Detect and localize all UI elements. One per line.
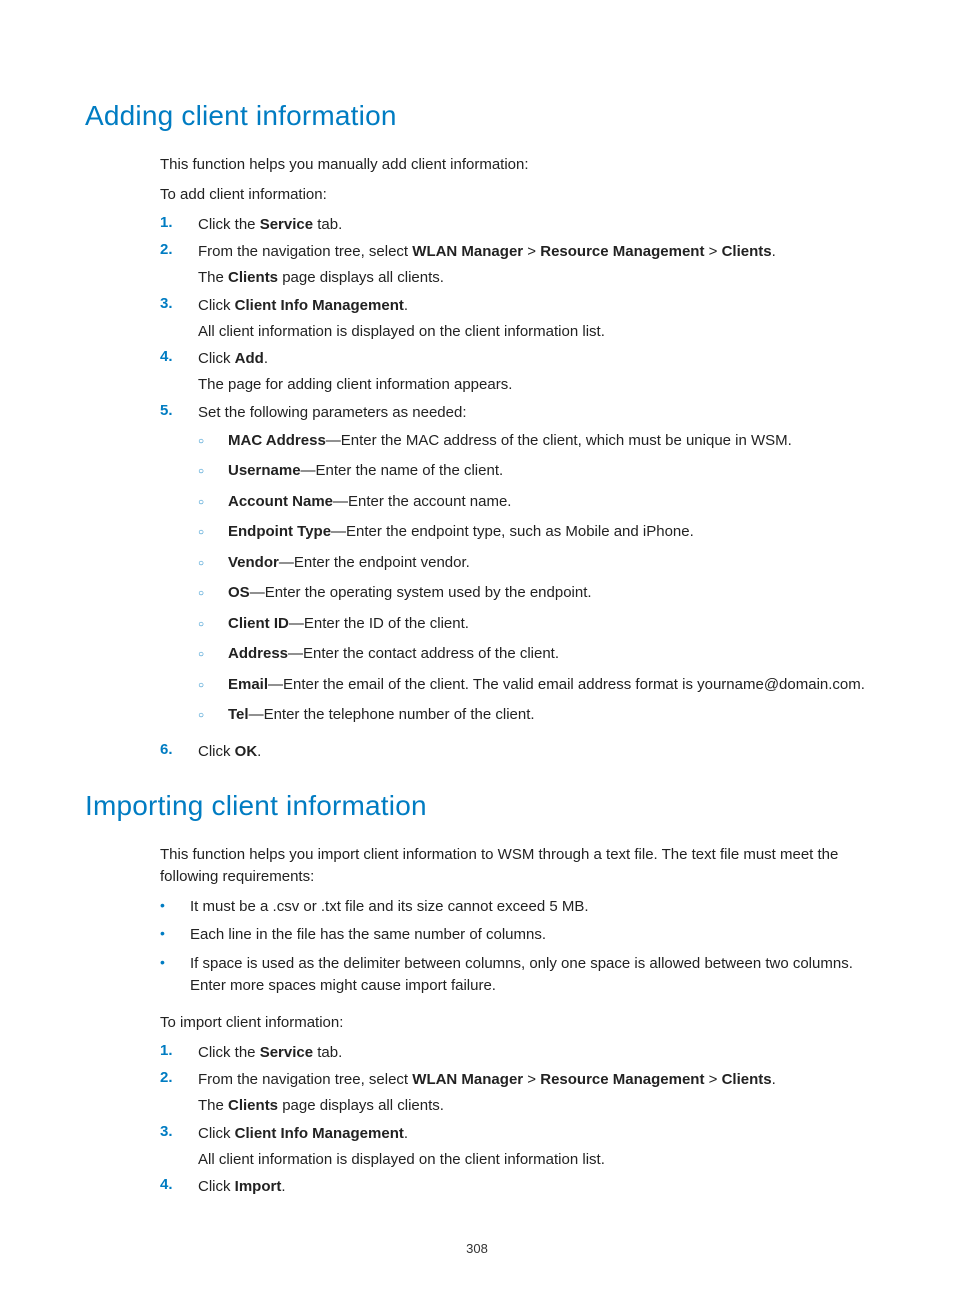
bullet-dot-icon: • [160, 896, 190, 919]
step-line: The Clients page displays all clients. [198, 267, 869, 289]
step-line: From the navigation tree, select WLAN Ma… [198, 241, 869, 263]
document-page: Adding client information This function … [0, 0, 954, 1296]
step-body: From the navigation tree, select WLAN Ma… [198, 241, 869, 289]
step-line: Click Client Info Management. [198, 295, 869, 317]
step-body: Click Client Info Management. All client … [198, 295, 869, 343]
step-line: Click Add. [198, 348, 869, 370]
step-body: From the navigation tree, select WLAN Ma… [198, 1069, 869, 1117]
step-body: Click OK. [198, 741, 869, 763]
step-body: Click Client Info Management. All client … [198, 1123, 869, 1171]
step-number: 5. [160, 402, 198, 735]
bullet-body: If space is used as the delimiter betwee… [190, 953, 869, 998]
bullet-item: •It must be a .csv or .txt file and its … [160, 896, 869, 919]
sub-body: Username—Enter the name of the client. [228, 460, 869, 483]
bullet-item: •Each line in the file has the same numb… [160, 924, 869, 947]
sub-item: ○Vendor—Enter the endpoint vendor. [198, 552, 869, 575]
step-line: All client information is displayed on t… [198, 321, 869, 343]
sub-item: ○Tel—Enter the telephone number of the c… [198, 704, 869, 727]
circle-bullet-icon: ○ [198, 613, 228, 636]
ordered-steps-a: 1.Click the Service tab.2.From the navig… [160, 214, 869, 763]
step-number: 1. [160, 214, 198, 236]
step-body: Click Import. [198, 1176, 869, 1198]
step-line: The Clients page displays all clients. [198, 1095, 869, 1117]
bullet-item: •If space is used as the delimiter betwe… [160, 953, 869, 998]
step-line: Set the following parameters as needed: [198, 402, 869, 424]
step-body: Click the Service tab. [198, 1042, 869, 1064]
sub-item: ○Endpoint Type—Enter the endpoint type, … [198, 521, 869, 544]
step-item: 3.Click Client Info Management. All clien… [160, 295, 869, 343]
circle-bullet-icon: ○ [198, 674, 228, 697]
step-line: Click Client Info Management. [198, 1123, 869, 1145]
sub-body: MAC Address—Enter the MAC address of the… [228, 430, 869, 453]
step-line: All client information is displayed on t… [198, 1149, 869, 1171]
sub-body: Email—Enter the email of the client. The… [228, 674, 869, 697]
sub-body: Endpoint Type—Enter the endpoint type, s… [228, 521, 869, 544]
section-body-b: This function helps you import client in… [160, 844, 869, 1198]
paragraph: This function helps you manually add cli… [160, 154, 869, 176]
paragraph: This function helps you import client in… [160, 844, 869, 888]
step-line: Click OK. [198, 741, 869, 763]
step-number: 4. [160, 1176, 198, 1198]
step-line: Click the Service tab. [198, 214, 869, 236]
circle-bullet-icon: ○ [198, 521, 228, 544]
bullet-body: It must be a .csv or .txt file and its s… [190, 896, 869, 919]
step-number: 3. [160, 295, 198, 343]
bullet-dot-icon: • [160, 953, 190, 998]
circle-bullet-icon: ○ [198, 552, 228, 575]
sub-body: Client ID—Enter the ID of the client. [228, 613, 869, 636]
section-body-a: This function helps you manually add cli… [160, 154, 869, 762]
circle-bullet-icon: ○ [198, 582, 228, 605]
sub-item: ○Email—Enter the email of the client. Th… [198, 674, 869, 697]
sub-item: ○MAC Address—Enter the MAC address of th… [198, 430, 869, 453]
step-line: From the navigation tree, select WLAN Ma… [198, 1069, 869, 1091]
circle-bullet-icon: ○ [198, 430, 228, 453]
step-item: 3.Click Client Info Management. All clien… [160, 1123, 869, 1171]
sub-body: Vendor—Enter the endpoint vendor. [228, 552, 869, 575]
step-item: 5.Set the following parameters as needed… [160, 402, 869, 735]
step-item: 4.Click Import. [160, 1176, 869, 1198]
sub-body: Account Name—Enter the account name. [228, 491, 869, 514]
step-item: 2.From the navigation tree, select WLAN … [160, 241, 869, 289]
step-number: 2. [160, 1069, 198, 1117]
sub-body: Address—Enter the contact address of the… [228, 643, 869, 666]
sub-item: ○Username—Enter the name of the client. [198, 460, 869, 483]
step-item: 1.Click the Service tab. [160, 1042, 869, 1064]
heading-importing-client-information: Importing client information [85, 790, 869, 822]
circle-bullet-icon: ○ [198, 643, 228, 666]
sub-body: Tel—Enter the telephone number of the cl… [228, 704, 869, 727]
bullet-body: Each line in the file has the same numbe… [190, 924, 869, 947]
step-number: 4. [160, 348, 198, 396]
step-line: Click Import. [198, 1176, 869, 1198]
circle-bullet-icon: ○ [198, 704, 228, 727]
step-body: Click Add. The page for adding client inf… [198, 348, 869, 396]
ordered-steps-b: 1.Click the Service tab.2.From the navig… [160, 1042, 869, 1199]
step-body: Set the following parameters as needed: ○… [198, 402, 869, 735]
paragraph: To import client information: [160, 1012, 869, 1034]
bulleted-list-b: •It must be a .csv or .txt file and its … [160, 896, 869, 998]
step-number: 3. [160, 1123, 198, 1171]
sub-item: ○Address—Enter the contact address of th… [198, 643, 869, 666]
step-line: The page for adding client information a… [198, 374, 869, 396]
step-item: 2.From the navigation tree, select WLAN … [160, 1069, 869, 1117]
paragraph: To add client information: [160, 184, 869, 206]
sub-item: ○Account Name—Enter the account name. [198, 491, 869, 514]
step-line: Click the Service tab. [198, 1042, 869, 1064]
step-number: 6. [160, 741, 198, 763]
step-item: 1.Click the Service tab. [160, 214, 869, 236]
circle-bullet-icon: ○ [198, 491, 228, 514]
sub-item: ○Client ID—Enter the ID of the client. [198, 613, 869, 636]
heading-adding-client-information: Adding client information [85, 100, 869, 132]
bullet-dot-icon: • [160, 924, 190, 947]
step-item: 6.Click OK. [160, 741, 869, 763]
step-number: 1. [160, 1042, 198, 1064]
circle-bullet-icon: ○ [198, 460, 228, 483]
sub-item: ○OS—Enter the operating system used by t… [198, 582, 869, 605]
step-number: 2. [160, 241, 198, 289]
sub-body: OS—Enter the operating system used by th… [228, 582, 869, 605]
step-item: 4.Click Add. The page for adding client i… [160, 348, 869, 396]
step-body: Click the Service tab. [198, 214, 869, 236]
sub-list: ○MAC Address—Enter the MAC address of th… [198, 430, 869, 727]
page-number: 308 [0, 1241, 954, 1256]
